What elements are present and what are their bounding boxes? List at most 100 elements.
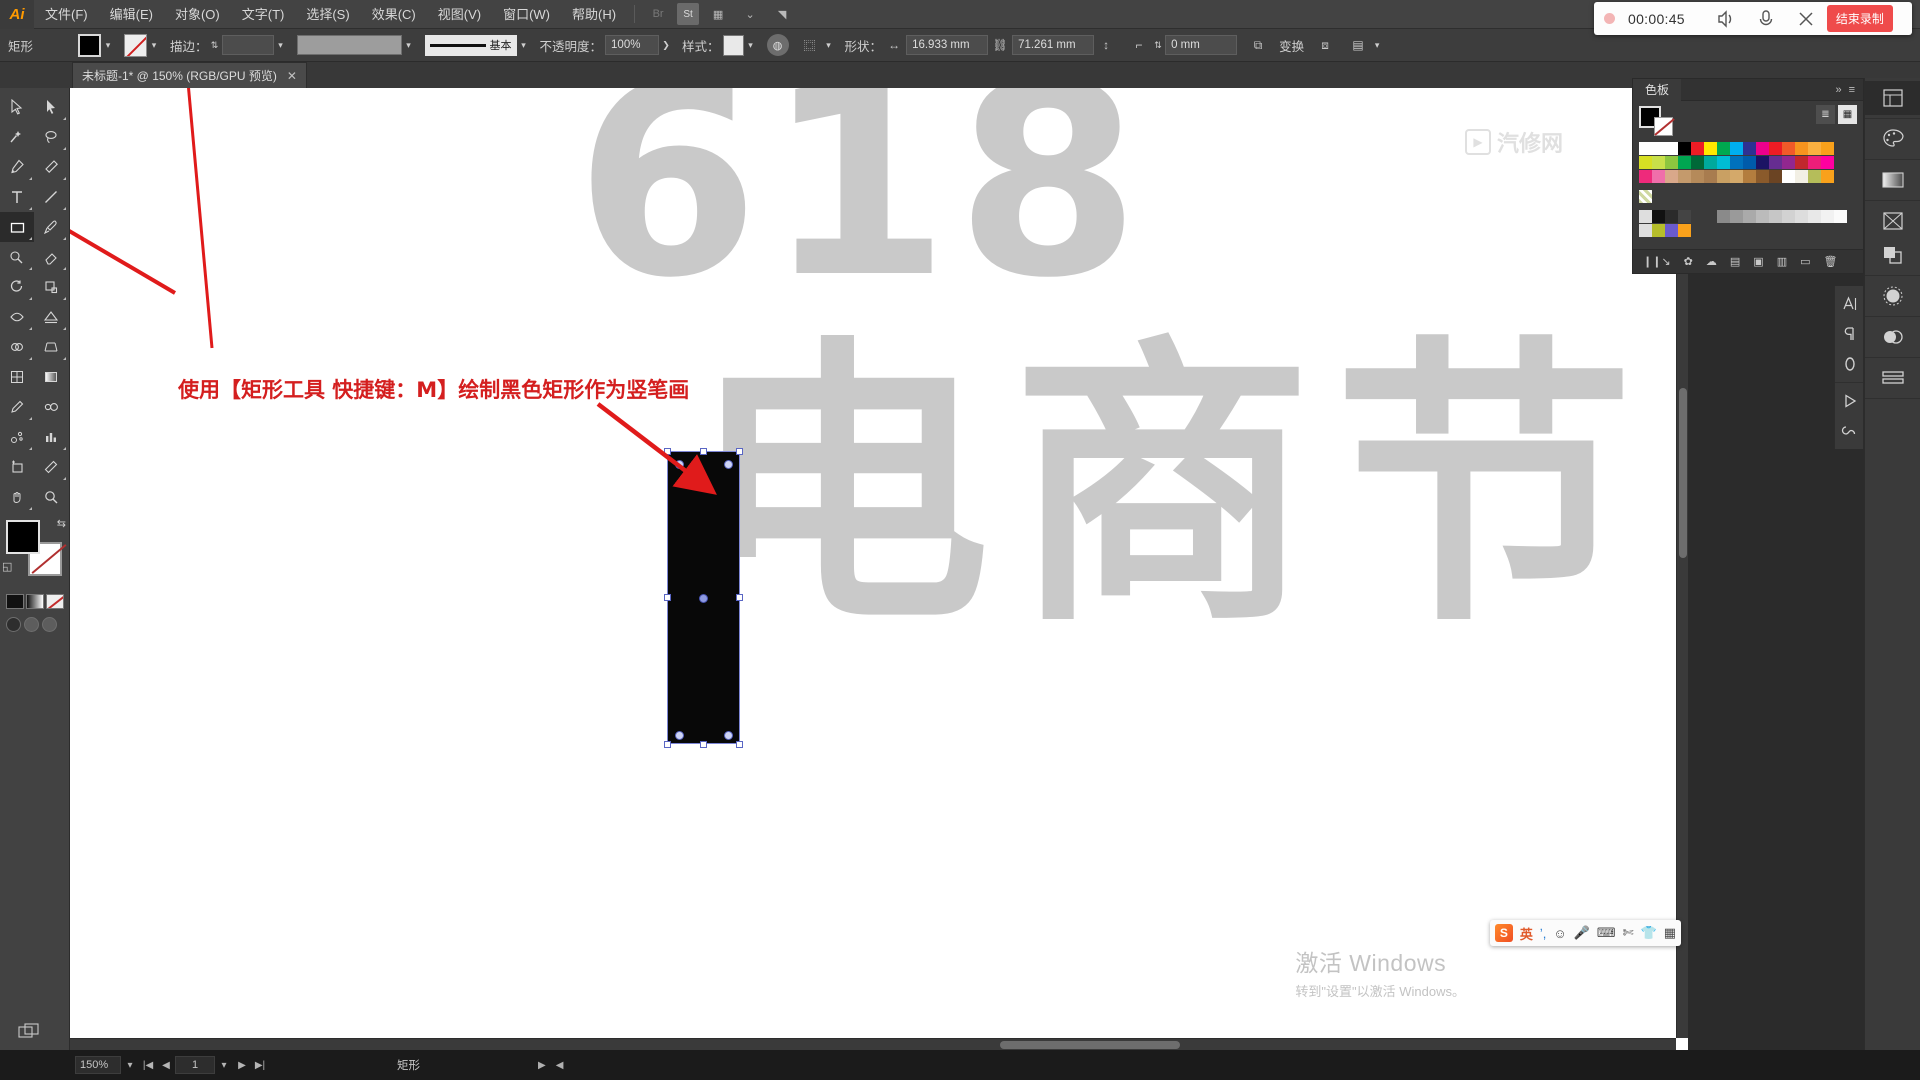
swatch-cell[interactable] [1808,142,1821,155]
swatch-cell[interactable] [1717,142,1730,155]
current-fill-swatch[interactable] [1639,106,1673,136]
corner-radius-widget-tr[interactable] [724,460,733,469]
eyedropper-tool[interactable] [0,392,34,422]
swatch-cell[interactable] [1743,210,1756,223]
prev-artboard-icon[interactable]: ◀ [157,1056,175,1074]
stroke-color-swatch[interactable] [124,33,147,57]
width-tool[interactable] [0,302,34,332]
swatch-cell[interactable] [1821,170,1834,183]
discover-icon[interactable]: ◥ [769,3,795,25]
drawing-mode-inside-icon[interactable] [42,617,57,632]
line-segment-tool[interactable] [34,182,68,212]
drawing-mode-normal-icon[interactable] [6,617,21,632]
first-artboard-icon[interactable]: |◀ [139,1056,157,1074]
ime-screenshot-icon[interactable]: ✄ [1623,925,1634,941]
swatch-cell[interactable] [1639,170,1652,183]
swatch-cell[interactable] [1704,156,1717,169]
mesh-tool[interactable] [0,362,34,392]
bridge-icon[interactable]: Br [645,3,671,25]
swatch-cell[interactable] [1821,210,1834,223]
chevron-down-icon[interactable]: ⌄ [737,3,763,25]
appearance-panel-icon[interactable] [1865,320,1920,354]
zoom-tool[interactable] [34,482,68,512]
selection-tool[interactable] [0,92,34,122]
swatch-cell[interactable] [1756,142,1769,155]
current-stroke-swatch[interactable] [1654,117,1673,136]
artboard-tool[interactable] [0,452,34,482]
swatch-cell[interactable] [1730,142,1743,155]
scale-tool[interactable] [34,272,68,302]
menu-window[interactable]: 窗口(W) [492,0,561,29]
libraries-panel-icon[interactable] [1835,416,1865,446]
fill-color-swatch[interactable] [78,33,101,57]
opacity-panel-icon[interactable] [1835,349,1865,379]
next-artboard-icon[interactable]: ▶ [233,1056,251,1074]
swatch-cell[interactable] [1743,142,1756,155]
swatch-cell[interactable] [1639,156,1652,169]
swatch-cell[interactable] [1717,210,1730,223]
lasso-tool[interactable] [34,122,68,152]
swatch-cell[interactable] [1795,142,1808,155]
swatch-cell[interactable] [1678,170,1691,183]
tab-swatches[interactable]: 色板 [1633,78,1682,101]
status-collapse-icon[interactable]: ◀ [556,1060,564,1071]
status-expand-icon[interactable]: ▶ [538,1060,546,1071]
swatch-cell[interactable] [1795,210,1808,223]
swatch-cell[interactable] [1665,170,1678,183]
layers-panel-icon[interactable] [1865,361,1920,395]
opacity-input[interactable]: 100% [605,35,660,55]
swatch-cell[interactable] [1743,170,1756,183]
gradient-tool[interactable] [34,362,68,392]
swatch-cell[interactable] [1821,156,1834,169]
zoom-chevron-down-icon[interactable]: ▾ [121,1056,139,1074]
swap-fill-stroke-icon[interactable]: ⇆ [57,517,66,530]
transparency-panel-icon[interactable] [1865,238,1920,272]
blend-tool[interactable] [34,392,68,422]
magic-wand-tool[interactable] [0,122,34,152]
swatch-cell[interactable] [1652,210,1665,223]
swatch-cell[interactable] [1691,170,1704,183]
swatch-options-icon[interactable]: ▣ [1753,255,1763,268]
shape-height-input[interactable]: 71.261 mm [1012,35,1095,55]
selection-handle-bl[interactable] [664,741,671,748]
ime-skin-icon[interactable]: 👕 [1641,925,1657,941]
collapse-panel-icon[interactable]: » [1835,84,1841,96]
swatch-cell[interactable] [1678,224,1691,237]
ime-mode-label[interactable]: 英 [1520,924,1533,943]
document-canvas[interactable]: 618 电商节 使用【矩形工具 快捷键：M】绘制黑色矩形作为竖笔画 ▶ 汽修网 [70,88,1688,1050]
swatch-cell[interactable] [1795,170,1808,183]
hand-tool[interactable] [0,482,34,512]
show-swatch-kinds-icon[interactable]: ▤ [1730,255,1740,268]
swatch-cell[interactable] [1808,156,1821,169]
gradient-panel-icon[interactable] [1865,163,1920,197]
corner-radius-widget-tl[interactable] [675,460,684,469]
symbol-sprayer-tool[interactable] [0,422,34,452]
swatch-cell[interactable] [1652,224,1665,237]
new-color-group-icon[interactable]: ▥ [1777,255,1787,268]
stop-recording-button[interactable]: 结束录制 [1826,5,1893,32]
pen-tool[interactable] [0,152,34,182]
stock-icon[interactable]: St [677,3,700,25]
variable-width-chevron-icon[interactable]: ▾ [402,35,416,55]
sogou-logo-icon[interactable]: S [1494,924,1513,942]
microphone-icon[interactable] [1751,4,1781,34]
swatch-cell[interactable] [1730,156,1743,169]
type-tool[interactable] [0,182,34,212]
corner-type-icon[interactable]: ⌐ [1127,34,1151,56]
swatch-cell[interactable] [1730,170,1743,183]
swatch-cell[interactable] [1665,224,1678,237]
delete-swatch-icon[interactable]: 🗑 [1824,255,1838,268]
constrain-proportions-icon[interactable]: ⛓ [988,34,1012,56]
menu-help[interactable]: 帮助(H) [561,0,627,29]
rectangle-tool[interactable] [0,212,34,242]
stroke-profile-selector[interactable]: 基本 [424,34,517,56]
menu-type[interactable]: 文字(T) [231,0,296,29]
menu-view[interactable]: 视图(V) [427,0,492,29]
new-swatch-icon[interactable]: ▭ [1800,255,1810,268]
swatch-cell[interactable] [1769,142,1782,155]
properties-panel-icon[interactable] [1865,81,1920,115]
swatch-cell[interactable] [1639,142,1652,155]
swatch-cell[interactable] [1834,210,1847,223]
fill-color-control[interactable] [6,520,40,554]
menu-edit[interactable]: 编辑(E) [99,0,164,29]
